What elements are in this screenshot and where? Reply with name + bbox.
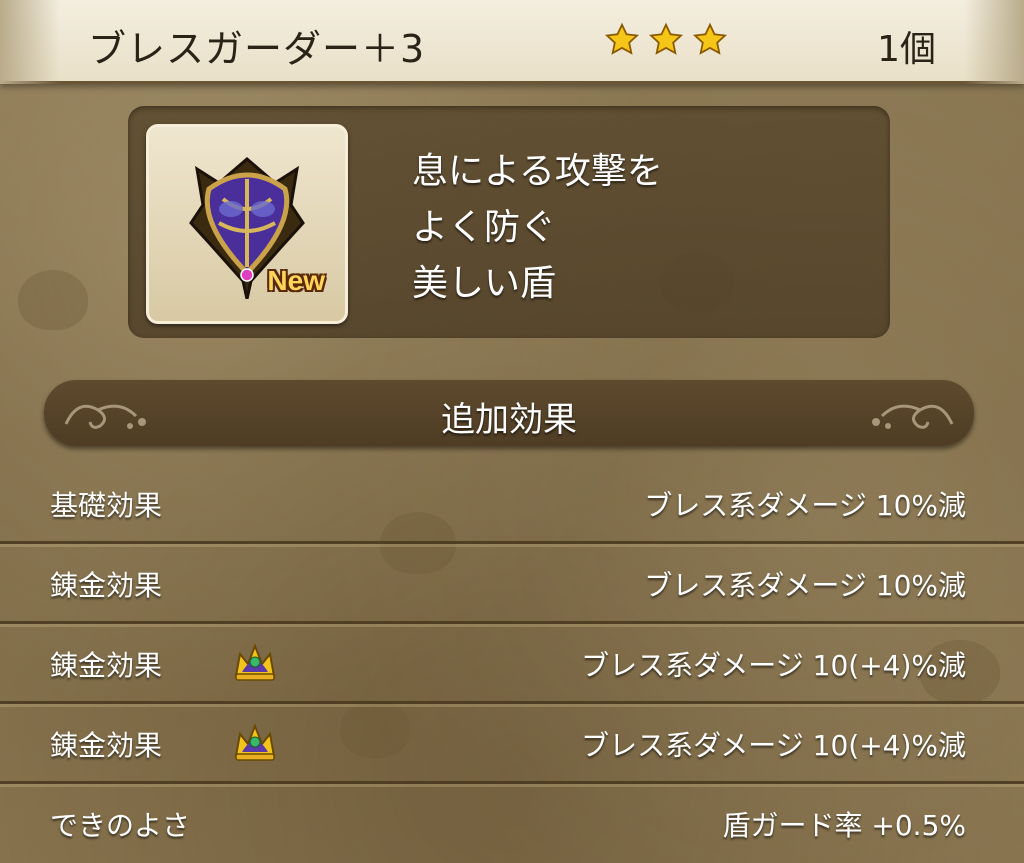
section-title: 追加効果: [441, 400, 577, 440]
effect-label: 錬金効果: [50, 569, 163, 602]
background-slime-decoration: [18, 270, 88, 330]
effect-label: できのよさ: [50, 809, 191, 842]
effect-row: 錬金効果 ブレス系ダメージ 10%減: [0, 544, 1024, 627]
description-line: 美しい盾: [412, 263, 557, 304]
new-badge: New: [267, 265, 325, 296]
item-header-bar: ブレスガーダー＋3 1個: [0, 0, 1024, 84]
effect-row: できのよさ 盾ガード率 +0.5%: [0, 784, 1024, 863]
description-line: 息による攻撃を: [412, 151, 663, 192]
rarity-stars: [604, 22, 728, 58]
star-icon: [604, 22, 640, 55]
effect-row: 錬金効果 ブレス系ダメージ 10(+4)%減: [0, 624, 1024, 707]
item-name: ブレスガーダー＋3: [88, 27, 426, 71]
effect-value: 盾ガード率 +0.5%: [722, 809, 967, 842]
description-line: よく防ぐ: [412, 207, 557, 248]
star-icon: [692, 22, 728, 55]
flourish-icon: [872, 404, 954, 429]
crown-icon: [234, 643, 276, 681]
item-count: 1個: [877, 29, 936, 70]
effect-value: ブレス系ダメージ 10(+4)%減: [581, 729, 966, 762]
effect-label: 錬金効果: [50, 729, 163, 762]
item-description: 息による攻撃を よく防ぐ 美しい盾: [412, 144, 663, 312]
effect-row: 錬金効果 ブレス系ダメージ 10(+4)%減: [0, 704, 1024, 787]
effect-value: ブレス系ダメージ 10%減: [644, 569, 966, 602]
effect-label: 錬金効果: [50, 649, 163, 682]
star-icon: [648, 22, 684, 55]
crown-icon: [234, 723, 276, 761]
effect-label: 基礎効果: [50, 489, 163, 522]
effect-value: ブレス系ダメージ 10(+4)%減: [581, 649, 966, 682]
additional-effects-banner: 追加効果: [44, 380, 974, 446]
effect-row: 基礎効果 ブレス系ダメージ 10%減: [0, 464, 1024, 547]
effect-value: ブレス系ダメージ 10%減: [644, 489, 966, 522]
item-icon-frame[interactable]: New: [146, 124, 348, 324]
